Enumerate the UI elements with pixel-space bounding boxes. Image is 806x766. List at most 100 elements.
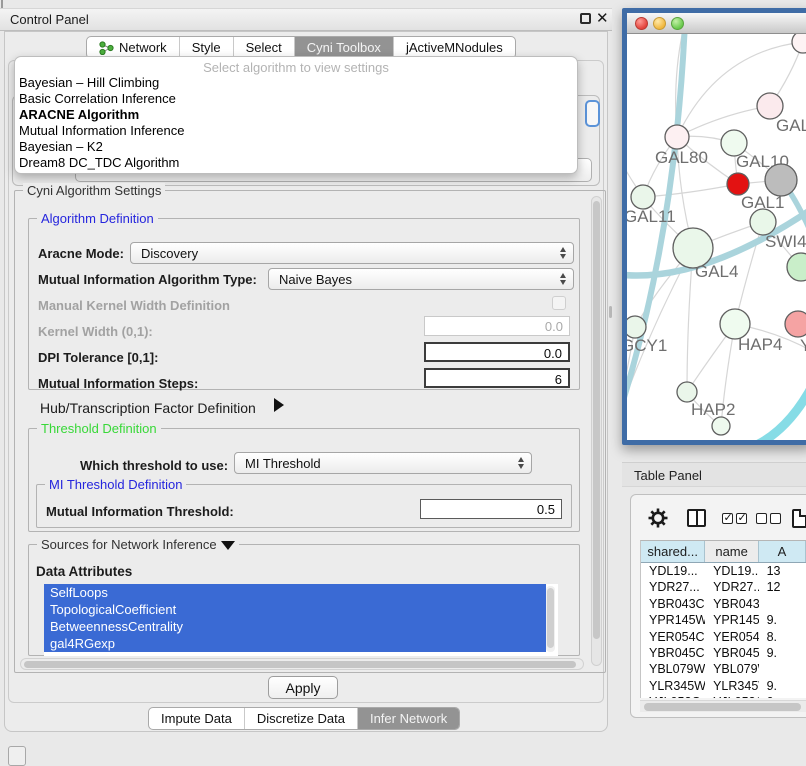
aracne-mode-label: Aracne Mode: bbox=[38, 246, 124, 261]
column-header-name[interactable]: name bbox=[705, 541, 758, 562]
network-node[interactable] bbox=[787, 253, 806, 281]
algorithm-option[interactable]: Dream8 DC_TDC Algorithm bbox=[15, 155, 577, 171]
manual-kernel-checkbox[interactable] bbox=[552, 296, 566, 310]
attributes-vertical-scrollbar[interactable] bbox=[546, 586, 555, 652]
float-window-icon[interactable] bbox=[580, 13, 591, 24]
network-edge[interactable] bbox=[643, 184, 738, 197]
chevron-updown-icon bbox=[560, 273, 566, 285]
table-toolbar bbox=[630, 500, 806, 536]
mi-threshold-label: Mutual Information Threshold: bbox=[46, 504, 234, 519]
network-node[interactable] bbox=[792, 34, 806, 53]
network-view-window[interactable]: GALGAL80GAL10GAL1GAL11SWI4GAL4GCY1HAP4YH… bbox=[622, 8, 806, 445]
aracne-mode-value: Discovery bbox=[141, 246, 198, 261]
column-header-partial[interactable]: A bbox=[759, 541, 806, 562]
tab-cyni-toolbox[interactable]: Cyni Toolbox bbox=[295, 37, 394, 58]
tab-jactivemnodules[interactable]: jActiveMNodules bbox=[394, 37, 515, 58]
apply-button[interactable]: Apply bbox=[268, 676, 338, 699]
scrollbar-thumb[interactable] bbox=[547, 588, 554, 648]
tab-select[interactable]: Select bbox=[234, 37, 295, 58]
algorithm-option[interactable]: Basic Correlation Inference bbox=[15, 91, 577, 107]
mi-type-combobox[interactable]: Naive Bayes bbox=[268, 268, 574, 290]
aracne-mode-combobox[interactable]: Discovery bbox=[130, 242, 574, 264]
mac-zoom-button[interactable] bbox=[671, 17, 684, 30]
mi-threshold-field[interactable]: 0.5 bbox=[420, 499, 562, 519]
table-body[interactable]: YDL19...YDL19...13YDR27...YDR27...12YBR0… bbox=[641, 563, 806, 698]
network-node-y[interactable] bbox=[785, 311, 806, 337]
expand-arrow-icon[interactable] bbox=[274, 398, 284, 412]
scrollbar-thumb[interactable] bbox=[644, 703, 801, 711]
algorithm-dropdown-placeholder: Select algorithm to view settings bbox=[15, 60, 577, 75]
sources-title[interactable]: Sources for Network Inference bbox=[37, 537, 239, 552]
node-label: GAL80 bbox=[655, 148, 708, 167]
tab-discretize-data[interactable]: Discretize Data bbox=[245, 708, 358, 729]
panel-splitter-handle[interactable] bbox=[609, 306, 612, 318]
tab-impute-data[interactable]: Impute Data bbox=[149, 708, 245, 729]
network-node-gal1[interactable] bbox=[727, 173, 749, 195]
node-label: GAL bbox=[776, 116, 806, 135]
algorithm-list[interactable]: Bayesian – Hill ClimbingBasic Correlatio… bbox=[15, 75, 577, 171]
close-icon[interactable]: ✕ bbox=[596, 9, 609, 27]
settings-vertical-scrollbar[interactable] bbox=[591, 196, 602, 666]
tab-style[interactable]: Style bbox=[180, 37, 234, 58]
algorithm-option[interactable]: Bayesian – Hill Climbing bbox=[15, 75, 577, 91]
table-row[interactable]: YLR345WYLR345W9. bbox=[641, 678, 806, 694]
attribute-item-selected[interactable]: gal4RGexp bbox=[44, 635, 546, 652]
hub-tf-definition-label[interactable]: Hub/Transcription Factor Definition bbox=[40, 400, 256, 416]
collapse-arrow-icon[interactable] bbox=[221, 541, 235, 550]
table-horizontal-scrollbar[interactable] bbox=[640, 700, 806, 712]
mac-minimize-button[interactable] bbox=[653, 17, 666, 30]
collapsed-panel-icon[interactable] bbox=[8, 746, 26, 766]
which-threshold-combobox[interactable]: MI Threshold bbox=[234, 452, 532, 474]
table-row[interactable]: YPR145WYPR145W9. bbox=[641, 612, 806, 628]
which-threshold-value: MI Threshold bbox=[245, 456, 321, 471]
node-label: SWI4 bbox=[765, 232, 806, 251]
network-node-gcy1[interactable] bbox=[627, 316, 646, 338]
node-table[interactable]: shared... name A YDL19...YDL19...13YDR27… bbox=[640, 540, 806, 698]
table-cell: 9. bbox=[759, 612, 806, 628]
network-node[interactable] bbox=[765, 164, 797, 196]
table-cell: YBR043C bbox=[705, 596, 758, 612]
tab-network[interactable]: Network bbox=[87, 37, 180, 58]
dpi-tolerance-field[interactable]: 0.0 bbox=[424, 342, 570, 362]
focused-button-sliver[interactable] bbox=[585, 100, 600, 127]
table-row[interactable]: YBR045CYBR045C9. bbox=[641, 645, 806, 661]
network-node-gal80[interactable] bbox=[665, 125, 689, 149]
algorithm-option[interactable]: Bayesian – K2 bbox=[15, 139, 577, 155]
algorithm-option[interactable]: ARACNE Algorithm bbox=[15, 107, 577, 123]
data-attributes-list[interactable]: SelfLoopsTopologicalCoefficientBetweenne… bbox=[44, 584, 558, 656]
gear-icon[interactable] bbox=[648, 508, 668, 528]
algorithm-dropdown[interactable]: Select algorithm to view settings Bayesi… bbox=[14, 56, 578, 174]
scrollbar-thumb[interactable] bbox=[24, 661, 576, 668]
table-cell: YER054C bbox=[641, 629, 705, 645]
network-node-gal11[interactable] bbox=[631, 185, 655, 209]
attribute-item-selected[interactable]: BetweennessCentrality bbox=[44, 618, 546, 635]
column-view-icon[interactable] bbox=[687, 509, 706, 527]
table-row[interactable]: YBR043CYBR043C bbox=[641, 596, 806, 612]
network-edge[interactable] bbox=[677, 106, 770, 137]
table-row[interactable]: YDL19...YDL19...13 bbox=[641, 563, 806, 579]
table-row[interactable]: YBL079WYBL079W bbox=[641, 661, 806, 677]
mi-steps-field[interactable]: 6 bbox=[424, 368, 570, 388]
network-node[interactable] bbox=[712, 417, 730, 435]
column-header-shared-name[interactable]: shared... bbox=[641, 541, 705, 562]
tab-infer-network[interactable]: Infer Network bbox=[358, 708, 459, 729]
export-table-icon[interactable] bbox=[792, 509, 806, 528]
kernel-width-field[interactable]: 0.0 bbox=[424, 316, 570, 336]
network-canvas[interactable]: GALGAL80GAL10GAL1GAL11SWI4GAL4GCY1HAP4YH… bbox=[627, 34, 806, 440]
network-edge-weighted[interactable] bbox=[747, 359, 806, 440]
table-row[interactable]: YDR27...YDR27...12 bbox=[641, 579, 806, 595]
table-cell: YER054C bbox=[705, 629, 758, 645]
attribute-item-selected[interactable]: SelfLoops bbox=[44, 584, 546, 601]
mac-close-button[interactable] bbox=[635, 17, 648, 30]
network-window-titlebar[interactable] bbox=[627, 13, 806, 34]
algorithm-option[interactable]: Mutual Information Inference bbox=[15, 123, 577, 139]
settings-horizontal-scrollbar[interactable] bbox=[20, 658, 584, 670]
attribute-item-selected[interactable]: TopologicalCoefficient bbox=[44, 601, 546, 618]
dpi-tolerance-label: DPI Tolerance [0,1]: bbox=[38, 350, 158, 365]
network-node-hap2[interactable] bbox=[677, 382, 697, 402]
select-all-checks-icon[interactable] bbox=[722, 513, 747, 524]
table-row[interactable]: YJL052CYJL052C0. bbox=[641, 694, 806, 698]
table-row[interactable]: YER054CYER054C8. bbox=[641, 629, 806, 645]
unselect-checks-icon[interactable] bbox=[756, 513, 781, 524]
scrollbar-thumb[interactable] bbox=[593, 201, 600, 639]
